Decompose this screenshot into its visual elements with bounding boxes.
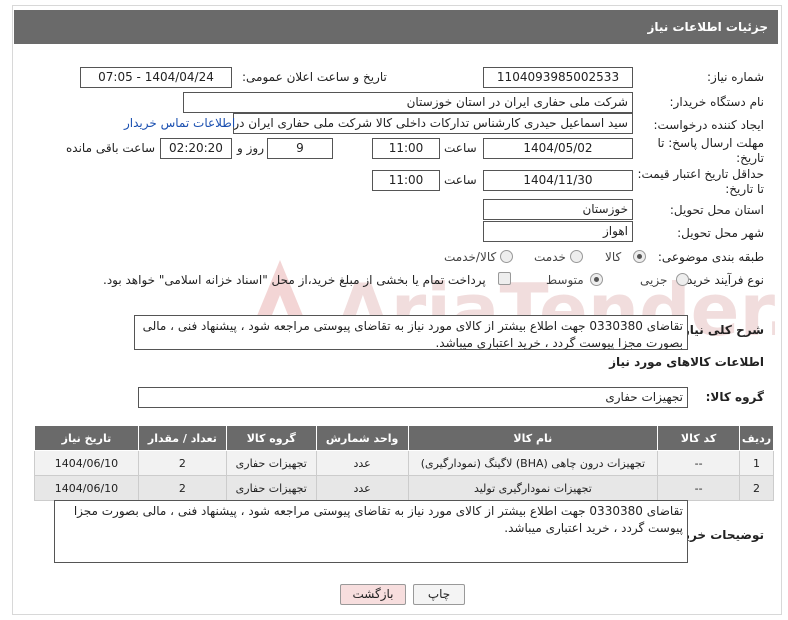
buyer-org-label: نام دستگاه خریدار: [669,95,765,109]
print-button[interactable]: چاپ [413,584,465,605]
price-time-field: 11:00 [372,170,440,191]
contact-buyer-link[interactable]: اطلاعات تماس خریدار [124,116,235,130]
deadline-time-field: 11:00 [372,138,440,159]
back-button[interactable]: بازگشت [340,584,406,605]
buyer-org-field: شرکت ملی حفاری ایران در استان خوزستان [183,92,633,113]
process-option-medium: متوسط [546,273,584,287]
requester-label: ایجاد کننده درخواست: [653,118,764,132]
price-validity-label-1: حداقل تاریخ اعتبار قیمت: [637,167,764,181]
cell-group: تجهیزات حفاری [225,450,317,476]
cell-date: 1404/06/10 [34,450,139,476]
cell-qty: 2 [137,475,227,501]
col-code: کد کالا [657,425,741,451]
city-field: اهواز [483,221,633,242]
items-heading: اطلاعات کالاهای مورد نیاز [609,355,764,369]
col-name: نام کالا [407,425,659,451]
cell-date: 1404/06/10 [34,475,139,501]
need-number-label: شماره نیاز: [707,70,764,84]
cell-name: تجهیزات درون چاهی (BHA) لاگینگ (نمودارگی… [407,450,659,476]
col-qty: تعداد / مقدار [137,425,227,451]
general-desc-field: تقاضای 0330380 جهت اطلاع بیشتر از کالای … [134,315,688,350]
price-date-field: 1404/11/30 [483,170,633,191]
cell-group: تجهیزات حفاری [225,475,317,501]
category-option-both: کالا/خدمت [444,250,497,264]
deadline-hour-word: ساعت [444,141,477,155]
process-radio-medium[interactable] [590,273,603,286]
col-unit: واحد شمارش [315,425,409,451]
cell-name: تجهیزات نمودارگیری تولید [407,475,659,501]
days-word: روز و [237,141,264,155]
category-radio-goods[interactable] [633,250,646,263]
page-title: جزئیات اطلاعات نیاز [14,10,778,44]
table-header-row: ردیف کد کالا نام کالا واحد شمارش گروه کا… [34,425,774,451]
table-row: 2 -- تجهیزات نمودارگیری تولید عدد تجهیزا… [34,475,774,501]
price-hour-word: ساعت [444,173,477,187]
remaining-time-field: 02:20:20 [160,138,232,159]
requester-field: سید اسماعیل حیدری کارشناس تدارکات داخلی … [233,113,633,134]
province-label: استان محل تحویل: [669,203,764,217]
cell-unit: عدد [315,475,409,501]
cell-unit: عدد [315,450,409,476]
category-label: طبقه بندی موضوعی: [657,250,764,264]
category-option-goods: کالا [605,250,622,264]
buyer-notes-field: تقاضای 0330380 جهت اطلاع بیشتر از کالای … [54,500,688,563]
cell-row: 2 [739,475,774,501]
cell-code: -- [657,475,741,501]
cell-code: -- [657,450,741,476]
category-option-service: خدمت [534,250,566,264]
col-date: تاریخ نیاز [34,425,139,451]
deadline-date-field: 1404/05/02 [483,138,633,159]
goods-group-label: گروه کالا: [705,390,764,404]
table-row: 1 -- تجهیزات درون چاهی (BHA) لاگینگ (نمو… [34,450,774,476]
deadline-label-1: مهلت ارسال پاسخ: تا [657,136,764,150]
announce-field: 1404/04/24 - 07:05 [80,67,232,88]
process-radio-minor[interactable] [676,273,689,286]
general-desc-label: شرح کلی نیاز: [678,323,764,337]
need-number-field: 1104093985002533 [483,67,633,88]
col-row: ردیف [739,425,774,451]
goods-group-field: تجهیزات حفاری [138,387,688,408]
remaining-word: ساعت باقی مانده [66,141,156,155]
process-label: نوع فرآیند خرید : [679,273,764,287]
category-radio-both[interactable] [500,250,513,263]
deadline-label-2: تاریخ: [736,151,764,165]
items-table: ردیف کد کالا نام کالا واحد شمارش گروه کا… [34,425,774,501]
col-group: گروه کالا [225,425,317,451]
cell-row: 1 [739,450,774,476]
announce-label: تاریخ و ساعت اعلان عمومی: [242,70,387,84]
payment-note: پرداخت تمام یا بخشی از مبلغ خرید،از محل … [103,273,486,287]
city-label: شهر محل تحویل: [677,226,764,240]
process-option-minor: جزیی [640,273,668,287]
cell-qty: 2 [137,450,227,476]
treasury-checkbox[interactable] [498,272,511,285]
price-validity-label-2: تا تاریخ: [725,182,764,196]
province-field: خوزستان [483,199,633,220]
days-remaining-field: 9 [267,138,333,159]
category-radio-service[interactable] [570,250,583,263]
